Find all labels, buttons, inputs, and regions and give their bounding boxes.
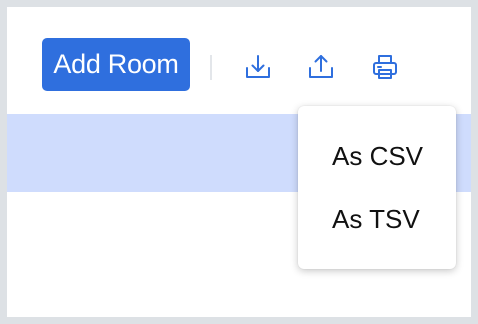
add-room-button[interactable]: Add Room bbox=[42, 38, 190, 91]
menu-item-as-csv[interactable]: As CSV bbox=[298, 134, 456, 178]
export-dropdown-menu: As CSV As TSV bbox=[298, 106, 456, 269]
tray-arrow-up-icon bbox=[309, 55, 333, 78]
menu-item-as-tsv[interactable]: As TSV bbox=[298, 197, 456, 241]
tray-arrow-down-icon bbox=[246, 55, 270, 78]
print-button[interactable] bbox=[369, 51, 401, 83]
content-panel: Add Room As CSV As TSV bbox=[7, 7, 471, 317]
printer-icon bbox=[373, 55, 397, 79]
toolbar-divider bbox=[210, 55, 212, 80]
import-button[interactable] bbox=[242, 51, 274, 83]
export-button[interactable] bbox=[305, 51, 337, 83]
